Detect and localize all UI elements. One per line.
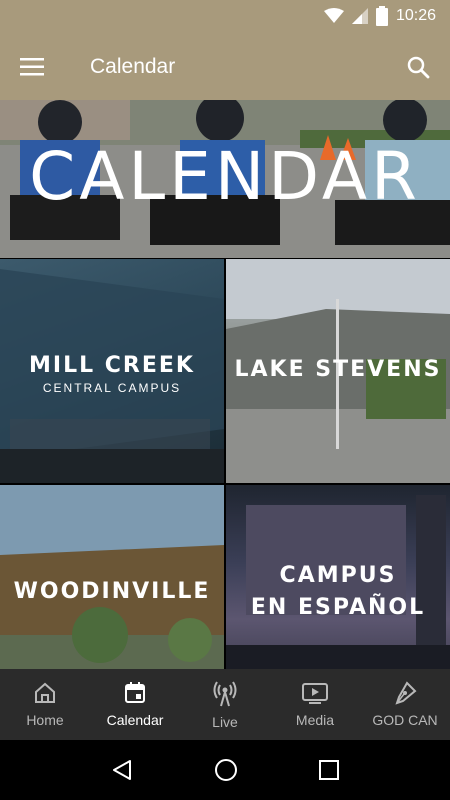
recents-icon[interactable] bbox=[318, 759, 340, 781]
nav-label: GOD CAN bbox=[372, 712, 438, 728]
campus-tile-lake-stevens[interactable]: LAKE STEVENS bbox=[226, 259, 450, 483]
campus-name-line2: EN ESPAÑOL bbox=[250, 595, 426, 620]
bottom-navigation: Home Calendar Live Media GOD CAN bbox=[0, 669, 450, 740]
campus-name-line1: CAMPUS bbox=[279, 563, 397, 588]
home-circle-icon[interactable] bbox=[213, 757, 239, 783]
home-icon bbox=[35, 682, 55, 703]
app-bar: Calendar bbox=[0, 33, 450, 100]
hero-title: CALENDAR bbox=[29, 138, 421, 215]
nav-label: Calendar bbox=[106, 712, 164, 728]
page-title: Calendar bbox=[90, 55, 176, 78]
nav-label: Live bbox=[212, 714, 238, 730]
nav-item-god-can[interactable]: GOD CAN bbox=[360, 669, 450, 740]
search-icon bbox=[407, 56, 430, 79]
system-navigation-bar bbox=[0, 740, 450, 800]
nav-label: Home bbox=[26, 712, 64, 728]
status-icons: 10:26 bbox=[323, 6, 436, 26]
campus-tile-mill-creek[interactable]: MILL CREEK CENTRAL CAMPUS bbox=[0, 259, 224, 483]
menu-button[interactable] bbox=[14, 49, 50, 85]
nav-label: Media bbox=[295, 712, 335, 728]
hamburger-menu-icon bbox=[20, 58, 44, 76]
status-bar: 10:26 bbox=[0, 0, 450, 33]
calendar-hero-banner: CALENDAR bbox=[0, 100, 450, 258]
nav-item-home[interactable]: Home bbox=[0, 669, 90, 740]
back-icon[interactable] bbox=[110, 758, 134, 782]
status-time: 10:26 bbox=[395, 7, 436, 24]
wifi-icon bbox=[323, 8, 344, 23]
cell-signal-icon bbox=[351, 8, 368, 24]
video-icon bbox=[302, 683, 328, 704]
campus-name: MILL CREEK bbox=[29, 353, 195, 378]
nav-item-media[interactable]: Media bbox=[270, 669, 360, 740]
broadcast-icon bbox=[213, 681, 237, 707]
nav-item-live[interactable]: Live bbox=[180, 669, 270, 740]
battery-icon bbox=[375, 6, 388, 26]
pen-icon bbox=[395, 681, 417, 705]
campus-name: WOODINVILLE bbox=[13, 579, 211, 604]
calendar-icon bbox=[125, 682, 145, 703]
campus-subtitle: CENTRAL CAMPUS bbox=[42, 381, 182, 395]
nav-item-calendar[interactable]: Calendar bbox=[90, 669, 180, 740]
search-button[interactable] bbox=[400, 49, 436, 85]
campus-name: LAKE STEVENS bbox=[234, 357, 442, 382]
